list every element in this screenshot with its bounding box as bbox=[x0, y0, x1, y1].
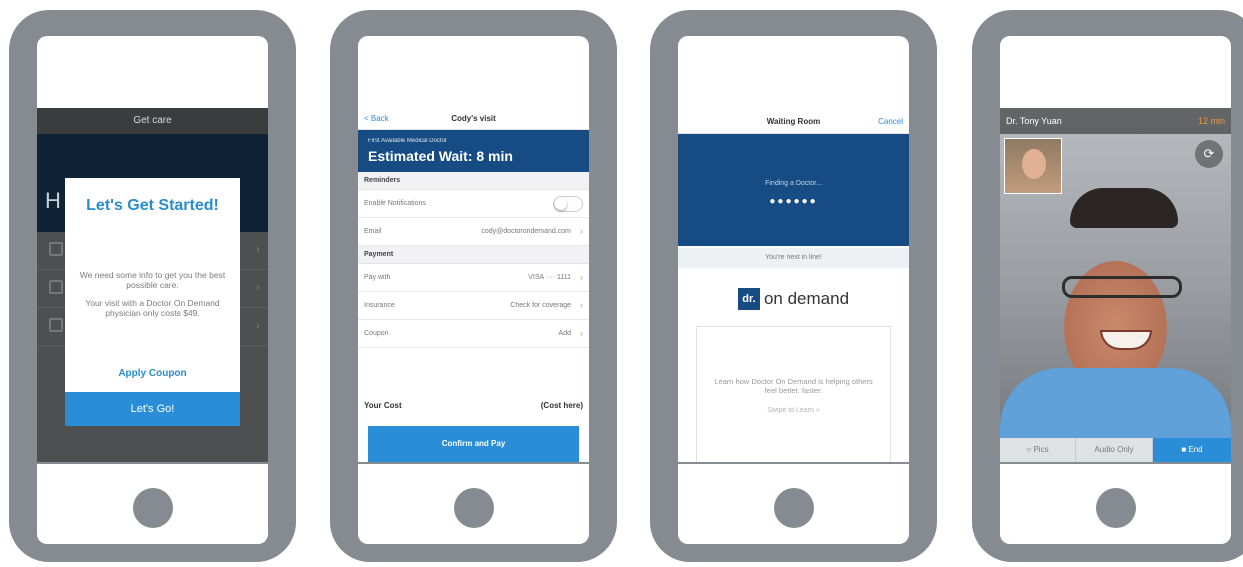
notifications-label: Enable Notifications bbox=[364, 200, 426, 207]
nav-bar: < Back Cody's visit bbox=[358, 108, 589, 130]
doctor-video-feed bbox=[1000, 368, 1231, 438]
insurance-value: Check for coverage bbox=[510, 302, 571, 309]
logo-wordmark: on demand bbox=[763, 289, 850, 308]
greeting-partial: H bbox=[45, 188, 61, 213]
page-title: Waiting Room bbox=[766, 117, 821, 126]
loading-dots-icon: ●●●●●● bbox=[769, 196, 818, 207]
cancel-button[interactable]: Cancel bbox=[878, 117, 903, 126]
home-button-icon bbox=[773, 488, 814, 528]
page-title: Cody's visit bbox=[451, 114, 496, 123]
coupon-label: Coupon bbox=[364, 330, 389, 337]
confirm-pay-button[interactable]: Confirm and Pay bbox=[368, 426, 579, 462]
chevron-right-icon: › bbox=[580, 226, 583, 236]
pay-with-value: VISA ···· 1111 bbox=[528, 274, 571, 281]
pics-button[interactable]: ○ Pics bbox=[1000, 438, 1076, 462]
self-view-face bbox=[1022, 149, 1046, 179]
chevron-right-icon: › bbox=[256, 242, 260, 256]
wait-banner: First Available Medical Doctor Estimated… bbox=[358, 130, 589, 172]
doctor-name: Dr. Tony Yuan bbox=[1006, 116, 1062, 126]
swipe-hint: Swipe to Learn » bbox=[767, 407, 820, 414]
phone-top-bezel bbox=[37, 36, 268, 108]
estimated-wait: Estimated Wait: 8 min bbox=[368, 148, 513, 164]
cost-row: Your Cost (Cost here) bbox=[358, 394, 589, 416]
header-title: Get care bbox=[37, 108, 268, 134]
queue-status: You're next in line! bbox=[678, 248, 909, 268]
user-icon bbox=[49, 242, 63, 256]
section-reminders: Reminders bbox=[358, 172, 589, 190]
screen-waiting-room: Waiting Room Cancel Finding a Doctor... … bbox=[678, 108, 909, 462]
cost-value: (Cost here) bbox=[540, 401, 583, 410]
insurance-label: Insurance bbox=[364, 302, 395, 309]
email-value: cody@doctorondemand.com bbox=[481, 228, 571, 235]
logo-mark: dr. bbox=[737, 288, 760, 310]
banner-subtitle: First Available Medical Doctor bbox=[368, 138, 447, 144]
cost-label: Your Cost bbox=[364, 401, 402, 410]
modal-cost-text: Your visit with a Doctor On Demand physi… bbox=[85, 298, 220, 318]
pay-with-row[interactable]: Pay with VISA ···· 1111 › bbox=[358, 264, 589, 292]
call-controls: ○ Pics Audio Only ■ End bbox=[1000, 438, 1231, 462]
insurance-row[interactable]: Insurance Check for coverage › bbox=[358, 292, 589, 320]
camera-switch-icon[interactable]: ⟳ bbox=[1195, 140, 1223, 168]
section-payment: Payment bbox=[358, 246, 589, 264]
chevron-right-icon: › bbox=[256, 280, 260, 294]
phone-get-care: Get care H › › › Let's Get Started! We n… bbox=[9, 10, 296, 562]
chevron-right-icon: › bbox=[256, 318, 260, 332]
modal-title: Let's Get Started! bbox=[86, 197, 219, 214]
get-started-modal: Let's Get Started! We need some info to … bbox=[65, 178, 240, 426]
learn-card[interactable]: Learn how Doctor On Demand is helping ot… bbox=[696, 326, 891, 462]
chevron-right-icon: › bbox=[580, 272, 583, 282]
coupon-row[interactable]: Coupon Add › bbox=[358, 320, 589, 348]
phone-top-bezel bbox=[678, 36, 909, 108]
screen-get-care: Get care H › › › Let's Get Started! We n… bbox=[37, 108, 268, 462]
home-button-icon bbox=[453, 488, 494, 528]
chevron-right-icon: › bbox=[580, 300, 583, 310]
chevron-right-icon: › bbox=[580, 328, 583, 338]
document-icon bbox=[49, 318, 63, 332]
doctor-video-feed bbox=[1070, 188, 1178, 228]
call-duration: 12 min bbox=[1197, 116, 1225, 126]
audio-only-button[interactable]: Audio Only bbox=[1076, 438, 1153, 462]
end-call-button[interactable]: ■ End bbox=[1153, 438, 1231, 462]
home-button-icon bbox=[1095, 488, 1136, 528]
phone-video-call: Dr. Tony Yuan 12 min ⟳ ○ Pics Audio Only… bbox=[972, 10, 1243, 562]
email-label: Email bbox=[364, 228, 382, 235]
phone-top-bezel bbox=[1000, 36, 1231, 108]
self-view-thumbnail[interactable] bbox=[1004, 138, 1062, 194]
pay-with-label: Pay with bbox=[364, 274, 391, 281]
modal-info-text: We need some info to get you the best po… bbox=[79, 270, 226, 290]
phone-waiting-room: Waiting Room Cancel Finding a Doctor... … bbox=[650, 10, 937, 562]
home-button-icon bbox=[132, 488, 173, 528]
notifications-row: Enable Notifications bbox=[358, 190, 589, 218]
calendar-icon bbox=[49, 280, 63, 294]
lets-go-button[interactable]: Let's Go! bbox=[65, 392, 240, 426]
finding-banner: Finding a Doctor... ●●●●●● bbox=[678, 134, 909, 246]
doctor-video-feed bbox=[1062, 276, 1182, 298]
learn-text: Learn how Doctor On Demand is helping ot… bbox=[714, 377, 873, 395]
finding-text: Finding a Doctor... bbox=[765, 180, 822, 187]
screen-video-call: Dr. Tony Yuan 12 min ⟳ ○ Pics Audio Only… bbox=[1000, 108, 1231, 462]
notifications-toggle[interactable] bbox=[553, 196, 583, 212]
apply-coupon-link[interactable]: Apply Coupon bbox=[65, 368, 240, 379]
phone-top-bezel bbox=[358, 36, 589, 108]
call-header: Dr. Tony Yuan 12 min bbox=[1000, 108, 1231, 134]
logo: dr. on demand bbox=[678, 288, 909, 312]
phone-visit: < Back Cody's visit First Available Medi… bbox=[330, 10, 617, 562]
email-row[interactable]: Email cody@doctorondemand.com › bbox=[358, 218, 589, 246]
nav-bar: Waiting Room Cancel bbox=[678, 108, 909, 134]
screen-visit: < Back Cody's visit First Available Medi… bbox=[358, 108, 589, 462]
coupon-value: Add bbox=[558, 330, 571, 337]
